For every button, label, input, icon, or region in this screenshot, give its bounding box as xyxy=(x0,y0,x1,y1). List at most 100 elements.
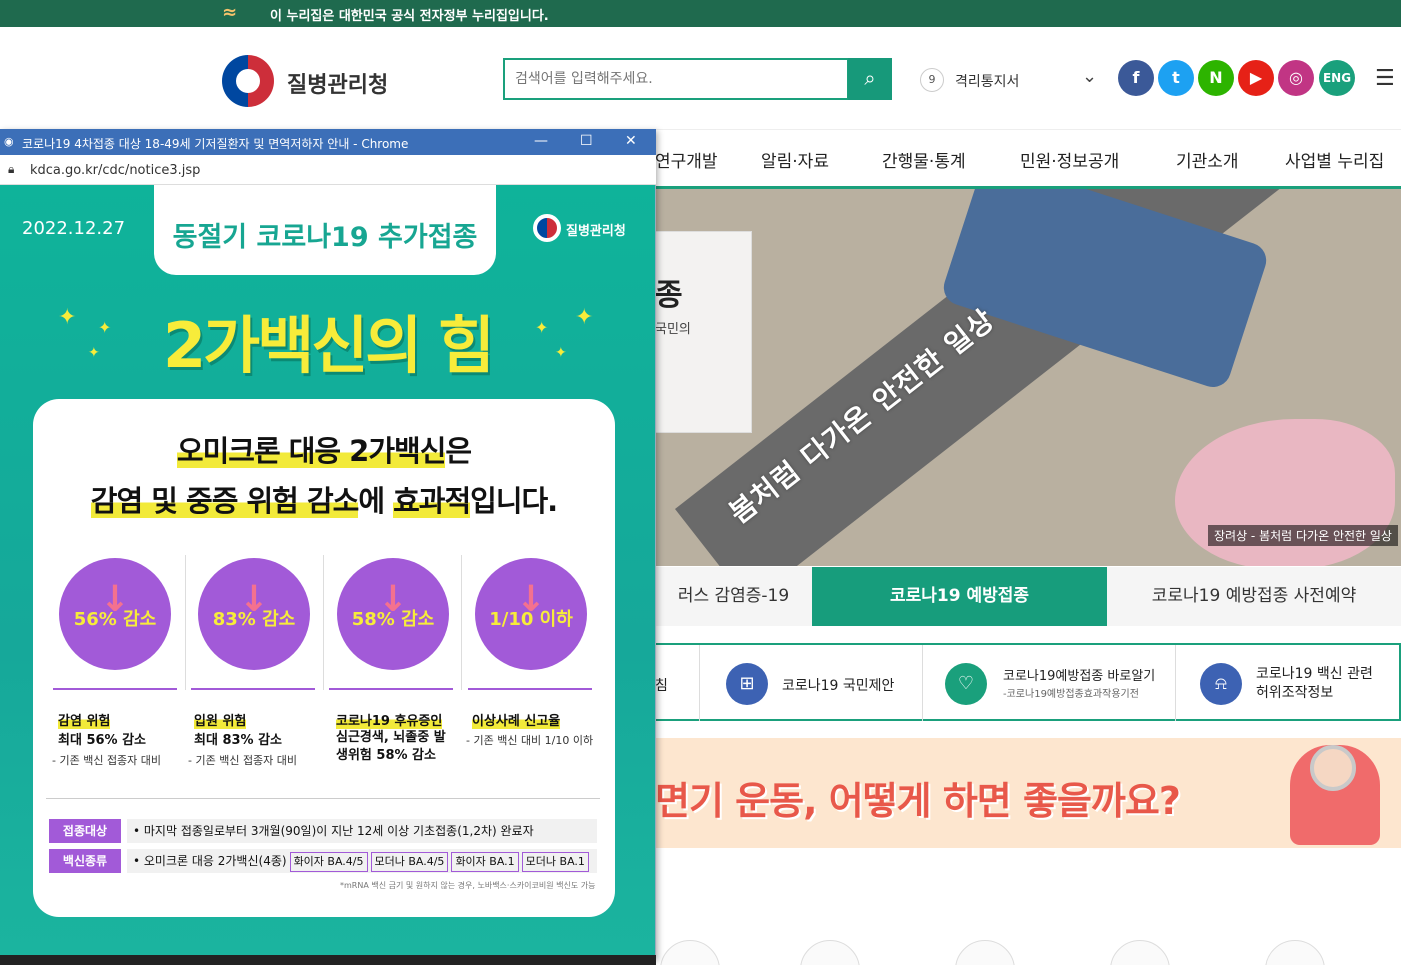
kdca-logo-icon[interactable] xyxy=(222,55,274,107)
quick-item-partial[interactable]: 침 xyxy=(655,645,700,721)
nav-item[interactable]: 알림·자료 xyxy=(761,147,829,172)
stat-desc: 심근경색, 뇌졸중 발생위험 58% 감소 xyxy=(336,730,446,763)
gov-banner-text: 이 누리집은 대한민국 공식 전자정부 누리집입니다. xyxy=(270,9,549,24)
alarm-icon: ⍾ xyxy=(1200,663,1242,705)
stethoscope-icon: ♡ xyxy=(945,663,987,705)
stat-circle-hospital: ↓ 83% 감소 xyxy=(198,558,310,670)
nav-item[interactable]: 사업별 누리집 xyxy=(1285,147,1384,172)
instagram-icon[interactable]: ◎ xyxy=(1278,60,1314,96)
stat-circle-infection: ↓ 56% 감소 xyxy=(59,558,171,670)
stat-line xyxy=(329,688,453,690)
hero-caption: 장려상 - 봄처럼 다가온 안전한 일상 xyxy=(1208,525,1398,546)
poster-line2-mid: 에 xyxy=(358,484,394,518)
stat-badge: 58% 감소 xyxy=(351,609,435,630)
quick-item-sub: -코로나19예방접종효과작용기전 xyxy=(1003,689,1139,700)
bottom-circle[interactable] xyxy=(1110,940,1170,965)
quick-item-partial-label: 침 xyxy=(655,678,668,694)
tab-reservation[interactable]: 코로나19 예방접종 사전예약 xyxy=(1107,567,1401,626)
quick-item-label: 코로나19예방접종 바로알기 xyxy=(1003,669,1156,684)
close-button[interactable]: ✕ xyxy=(625,133,637,149)
nav-item[interactable]: 연구개발 xyxy=(655,147,718,172)
poster-tab-title: 동절기 코로나19 추가접종 xyxy=(154,185,496,275)
vaccine-chip: 화이자 BA.1 xyxy=(451,852,519,872)
poster-line1-tail: 은 xyxy=(445,434,472,468)
menu-icon[interactable]: ☰ xyxy=(1375,66,1395,91)
stat-title: 감염 위험 xyxy=(58,710,111,729)
arrow-down-icon: ↓ xyxy=(99,579,131,620)
vaccine-chip: 화이자 BA.4/5 xyxy=(289,852,368,872)
quick-item-label: 코로나19 백신 관련 허위조작정보 xyxy=(1256,666,1373,701)
youtube-icon[interactable]: ▶ xyxy=(1238,60,1274,96)
stat-desc: 최대 56% 감소 xyxy=(58,733,147,748)
target-text: • 마지막 접종일로부터 3개월(90일)이 지난 12세 이상 기초접종(1,… xyxy=(127,819,597,843)
nav-item[interactable]: 민원·정보공개 xyxy=(1020,147,1119,172)
stat-badge: 1/10 이하 xyxy=(489,609,573,630)
taskbar xyxy=(0,955,656,965)
vaccine-chip: 모더나 BA.4/5 xyxy=(370,852,449,872)
poster-line1-highlight: 오미크론 대응 2가백신 xyxy=(176,434,446,468)
stat-circle-adverse: ↓ 1/10 이하 xyxy=(475,558,587,670)
stat-line xyxy=(468,688,592,690)
minimize-button[interactable]: — xyxy=(534,133,548,149)
stat-divider xyxy=(323,555,324,690)
vaccine-chip: 모더나 BA.1 xyxy=(521,852,589,872)
exercise-banner-text: 면기 운동, 어떻게 하면 좋을까요? xyxy=(655,779,1181,823)
rank-number: 9 xyxy=(920,68,944,92)
quick-item-vaccine-info[interactable]: ♡ 코로나19예방접종 바로알기 -코로나19예방접종효과작용기전 xyxy=(923,645,1176,721)
poster-footnote: *mRNA 백신 금기 및 원하지 않는 경우, 노바백스·스카이코비원 백신도… xyxy=(340,881,596,890)
hero-card-text: 국민의 xyxy=(655,322,691,337)
vaccine-row: • 오미크론 대응 2가백신(4종) 화이자 BA.4/5 모더나 BA.4/5 화이… xyxy=(127,849,597,873)
quick-item-misinfo[interactable]: ⍾ 코로나19 백신 관련 허위조작정보 xyxy=(1176,645,1399,721)
stat-title: 이상사례 신고율 xyxy=(472,710,561,729)
search-button[interactable]: ⌕ xyxy=(848,58,892,100)
vaccine-text: • 오미크론 대응 2가백신(4종) xyxy=(133,854,287,868)
stat-badge: 56% 감소 xyxy=(73,609,157,630)
poster-line2-tail: 입니다. xyxy=(470,484,558,518)
address-bar[interactable]: 🔒︎ kdca.go.kr/cdc/notice3.jsp xyxy=(0,155,656,185)
lock-icon: 🔒︎ xyxy=(8,162,15,176)
maximize-button[interactable]: ☐ xyxy=(580,133,593,149)
arrow-down-icon: ↓ xyxy=(238,579,270,620)
tab-covid19[interactable]: 러스 감염증-19 xyxy=(655,567,812,626)
blog-icon[interactable]: N xyxy=(1198,60,1234,96)
bottom-circle[interactable] xyxy=(660,940,720,965)
stat-divider xyxy=(185,555,186,690)
stat-note: - 기존 백신 대비 1/10 이하 xyxy=(466,734,594,747)
chevron-down-icon[interactable]: ⌄ xyxy=(1082,66,1097,87)
twitter-icon[interactable]: t xyxy=(1158,60,1194,96)
stat-note: - 기존 백신 접종자 대비 xyxy=(188,754,298,767)
poster-line2: 감염 및 중증 위험 감소에 효과적입니다. xyxy=(33,478,615,520)
nav-item[interactable]: 기관소개 xyxy=(1176,147,1239,172)
eng-button[interactable]: ENG xyxy=(1319,60,1355,96)
kdca-logo-icon xyxy=(533,214,561,242)
hero-card-title: 종 xyxy=(655,278,683,313)
bottom-circle[interactable] xyxy=(955,940,1015,965)
gov-emblem-icon: ≈ xyxy=(222,2,238,23)
quick-links: 침 ⊞ 코로나19 국민제안 ♡ 코로나19예방접종 바로알기 -코로나19예방… xyxy=(655,643,1401,721)
target-label: 접종대상 xyxy=(49,819,121,843)
poster-line1: 오미크론 대응 2가백신은 xyxy=(33,428,615,470)
quick-item-proposal[interactable]: ⊞ 코로나19 국민제안 xyxy=(700,645,923,721)
rank-keyword[interactable]: 격리통지서 xyxy=(955,71,1019,91)
bottom-circle[interactable] xyxy=(800,940,860,965)
quick-item-label: 코로나19 국민제안 xyxy=(782,678,895,694)
vaccine-label: 백신종류 xyxy=(49,849,121,873)
vaccine-list: 화이자 BA.4/5 모더나 BA.4/5 화이자 BA.1 모더나 BA.1 xyxy=(287,852,589,872)
bottom-circle[interactable] xyxy=(1265,940,1325,965)
stat-line xyxy=(191,688,315,690)
poster-line2-highlight: 감염 및 중증 위험 감소 xyxy=(90,484,359,518)
poster-headline: 2가백신의 힘 xyxy=(163,309,495,382)
popup-titlebar[interactable]: ◉ 코로나19 4차접종 대상 18-49세 기저질환자 및 면역저하자 안내 … xyxy=(0,129,656,155)
stat-line xyxy=(53,688,177,690)
facebook-icon[interactable]: f xyxy=(1118,60,1154,96)
stat-circle-sequelae: ↓ 58% 감소 xyxy=(337,558,449,670)
grandma-head xyxy=(1310,745,1356,791)
nav-item[interactable]: 간행물·통계 xyxy=(882,147,966,172)
org-name[interactable]: 질병관리청 xyxy=(287,67,388,99)
poster-line2-highlight2: 효과적 xyxy=(393,484,471,518)
stat-divider xyxy=(461,555,462,690)
tab-vaccination[interactable]: 코로나19 예방접종 xyxy=(812,567,1107,626)
stat-desc: 최대 83% 감소 xyxy=(194,733,283,748)
search-input[interactable] xyxy=(503,58,849,100)
arrow-down-icon: ↓ xyxy=(515,579,547,620)
